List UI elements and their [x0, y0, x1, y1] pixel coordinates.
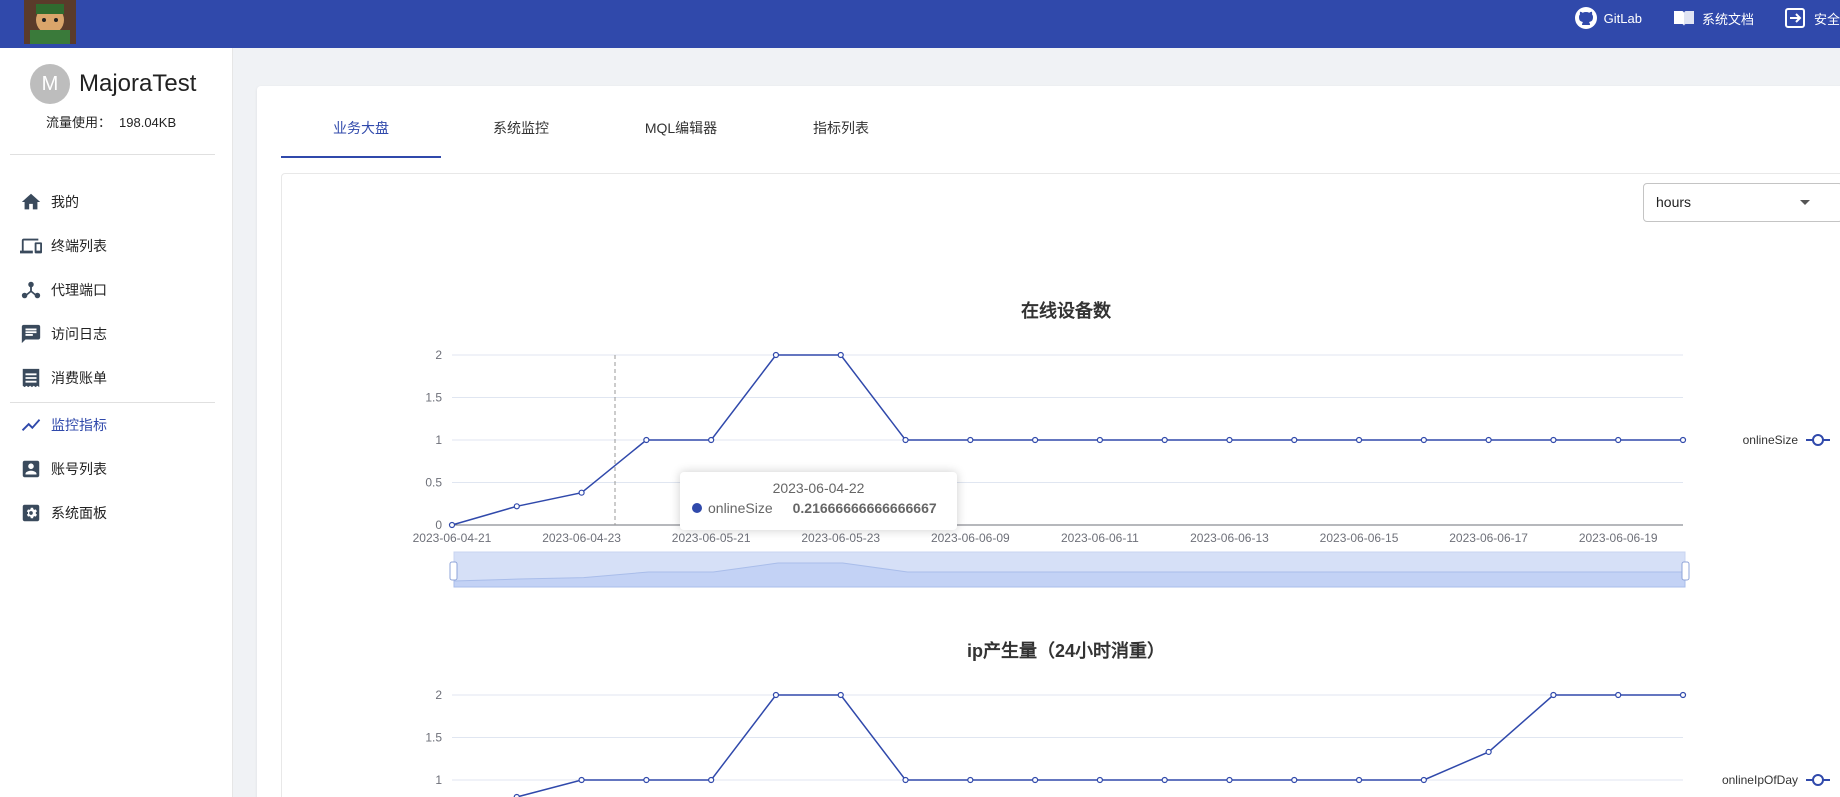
tooltip-title: 2023-06-04-22 — [772, 480, 865, 496]
x-tick-label: 2023-06-06-11 — [1061, 531, 1139, 545]
data-point — [967, 436, 974, 444]
x-tick-label: 2023-06-06-19 — [1579, 531, 1658, 545]
tooltip-value: 0.21666666666666667 — [792, 500, 937, 516]
y-tick-label: 1.5 — [425, 731, 442, 745]
y-tick-label: 2 — [435, 688, 442, 702]
data-point — [1096, 436, 1103, 444]
data-point — [1032, 776, 1039, 784]
data-point — [772, 351, 780, 359]
data-point — [772, 691, 780, 699]
data-point — [1550, 691, 1557, 699]
data-point — [1485, 748, 1492, 756]
data-point — [1615, 691, 1622, 699]
data-point — [1226, 776, 1233, 784]
data-point — [448, 521, 456, 529]
y-tick-label: 1.5 — [425, 391, 442, 405]
data-point — [643, 776, 650, 784]
y-tick-label: 1 — [435, 773, 442, 787]
y-tick-label: 1 — [435, 433, 442, 447]
x-tick-label: 2023-06-04-23 — [542, 531, 621, 545]
x-tick-label: 2023-06-05-21 — [672, 531, 751, 545]
legend-label: onlineSize — [1743, 433, 1799, 447]
data-point — [1355, 776, 1363, 784]
data-point — [708, 776, 715, 784]
data-point — [1550, 436, 1557, 444]
data-point — [513, 503, 520, 510]
x-tick-label: 2023-06-05-23 — [801, 531, 880, 545]
data-point — [1420, 436, 1427, 444]
data-point — [1161, 436, 1168, 444]
data-point — [578, 776, 585, 784]
data-point — [1485, 436, 1492, 444]
legend-marker — [1812, 434, 1824, 446]
data-point — [967, 776, 974, 784]
data-point — [837, 691, 844, 699]
data-point — [902, 776, 909, 784]
data-point — [1226, 436, 1233, 444]
legend-label: onlineIpOfDay — [1722, 773, 1798, 787]
x-tick-label: 2023-06-06-15 — [1320, 531, 1399, 545]
data-point — [1291, 436, 1298, 444]
data-point — [643, 436, 650, 444]
data-point — [1679, 691, 1687, 699]
data-point — [837, 351, 844, 359]
data-point — [1161, 776, 1168, 784]
x-tick-label: 2023-06-04-21 — [413, 531, 492, 545]
tooltip-row: onlineSize 0.21666666666666667 — [692, 500, 945, 516]
x-tick-label: 2023-06-06-13 — [1190, 531, 1269, 545]
y-tick-label: 0 — [435, 518, 442, 532]
x-tick-label: 2023-06-06-17 — [1449, 531, 1528, 545]
data-point — [1615, 436, 1622, 444]
data-point — [1355, 436, 1363, 444]
data-point — [902, 436, 909, 444]
datazoom-slider — [449, 551, 1690, 588]
data-point — [1096, 776, 1103, 784]
series-line-onlineIpOfDay — [514, 694, 1683, 797]
data-point — [1291, 776, 1298, 784]
tooltip-series-name: onlineSize — [708, 500, 773, 516]
data-point — [578, 489, 585, 496]
data-point — [1032, 436, 1039, 444]
datazoom-handle-left — [449, 561, 458, 581]
y-tick-label: 2 — [435, 348, 442, 362]
data-point — [1420, 776, 1427, 784]
data-point — [1679, 436, 1687, 444]
chart-tooltip: 2023-06-04-22 onlineSize 0.2166666666666… — [680, 472, 957, 530]
series-dot — [692, 503, 702, 513]
x-tick-label: 2023-06-06-09 — [931, 531, 1010, 545]
data-point — [708, 436, 715, 444]
y-tick-label: 0.5 — [425, 476, 442, 490]
legend-marker — [1812, 774, 1824, 786]
datazoom-handle-right — [1681, 561, 1690, 581]
charts-canvas: 0 0.5 1 1.5 2 2023-06-04-21 2023-06-04-23 2023-… — [413, 348, 1830, 797]
